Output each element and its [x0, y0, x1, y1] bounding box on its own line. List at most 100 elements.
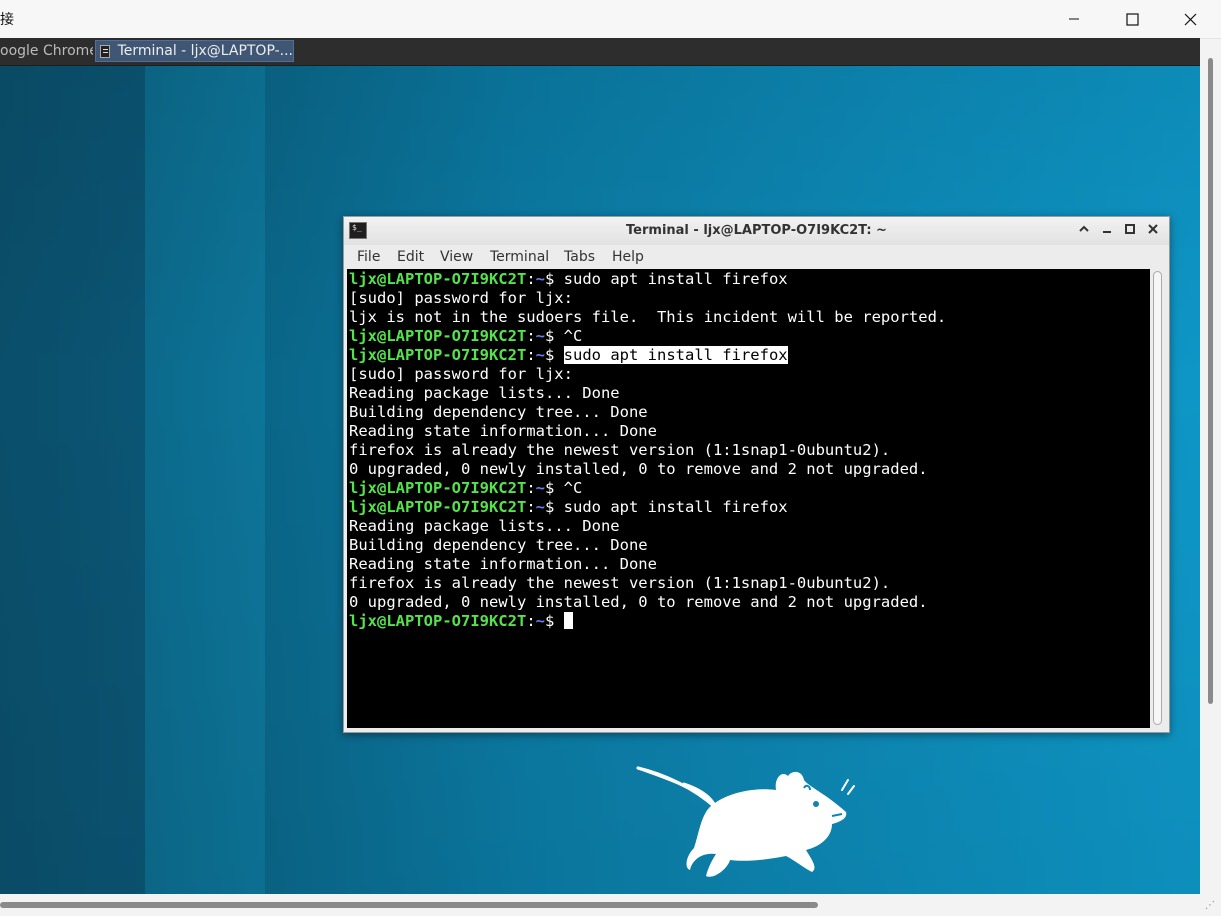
prompt-colon: : [526, 612, 536, 630]
host-titlebar: 接 [0, 0, 1221, 39]
terminal-close-button[interactable] [1144, 222, 1162, 240]
prompt-path: ~ [535, 327, 545, 345]
menu-terminal[interactable]: Terminal [490, 249, 549, 265]
terminal-titlebar[interactable]: Terminal - ljx@LAPTOP-O7I9KC2T: ~ [344, 217, 1169, 245]
menu-file[interactable]: File [357, 249, 380, 265]
maximize-icon [1125, 12, 1139, 26]
terminal-scrollbar[interactable] [1150, 269, 1165, 728]
prompt-path: ~ [535, 612, 545, 630]
terminal-output-area[interactable]: ljx@LAPTOP-O7I9KC2T:~$ sudo apt install … [347, 269, 1150, 728]
terminal-output-line: Reading state information... Done [349, 422, 946, 441]
terminal-maximize-button[interactable] [1121, 222, 1139, 240]
terminal-window[interactable]: Terminal - ljx@LAPTOP-O7I9KC2T: ~ File E… [343, 216, 1170, 733]
menu-edit[interactable]: Edit [397, 249, 424, 265]
prompt-symbol: $ [545, 327, 564, 345]
taskbar-panel: oogle Chrome Terminal - ljx@LAPTOP-... [0, 38, 1200, 66]
output-text: [sudo] password for ljx: [349, 289, 573, 307]
terminal-prompt-line: ljx@LAPTOP-O7I9KC2T:~$ sudo apt install … [349, 498, 946, 517]
terminal-window-title: Terminal - ljx@LAPTOP-O7I9KC2T: ~ [626, 223, 887, 238]
chevron-up-icon [1078, 223, 1090, 239]
taskbar-item-chrome[interactable]: oogle Chrome [0, 40, 93, 62]
prompt-user-host: ljx@LAPTOP-O7I9KC2T [349, 327, 527, 345]
terminal-output-line: Reading state information... Done [349, 555, 946, 574]
prompt-colon: : [526, 346, 536, 364]
taskbar-item-label: Terminal - ljx@LAPTOP-... [117, 43, 293, 59]
output-text: Building dependency tree... Done [349, 403, 648, 421]
xfce-mouse-logo-icon [636, 766, 855, 877]
output-text: Reading package lists... Done [349, 517, 620, 535]
terminal-output-line: firefox is already the newest version (1… [349, 574, 946, 593]
prompt-colon: : [526, 479, 536, 497]
minimize-icon [1101, 223, 1113, 239]
terminal-scrollbar-thumb[interactable] [1153, 271, 1162, 725]
output-text: 0 upgraded, 0 newly installed, 0 to remo… [349, 460, 928, 478]
prompt-user-host: ljx@LAPTOP-O7I9KC2T [349, 612, 527, 630]
selected-command-text: sudo apt install firefox [563, 346, 788, 364]
terminal-output-line: firefox is already the newest version (1… [349, 441, 946, 460]
terminal-prompt-line: ljx@LAPTOP-O7I9KC2T:~$ ^C [349, 479, 946, 498]
command-text: sudo apt install firefox [563, 498, 788, 516]
prompt-symbol: $ [545, 346, 564, 364]
terminal-prompt-line: ljx@LAPTOP-O7I9KC2T:~$ [349, 612, 946, 631]
menu-view[interactable]: View [440, 249, 473, 265]
prompt-symbol: $ [545, 612, 564, 630]
host-vertical-scrollbar[interactable] [1208, 58, 1213, 704]
host-minimize-button[interactable] [1045, 0, 1103, 38]
terminal-output-line: Building dependency tree... Done [349, 536, 946, 555]
prompt-user-host: ljx@LAPTOP-O7I9KC2T [349, 270, 527, 288]
prompt-colon: : [526, 327, 536, 345]
terminal-prompt-line: ljx@LAPTOP-O7I9KC2T:~$ ^C [349, 327, 946, 346]
terminal-output-line: Building dependency tree... Done [349, 403, 946, 422]
terminal-output-line: ljx is not in the sudoers file. This inc… [349, 308, 946, 327]
prompt-user-host: ljx@LAPTOP-O7I9KC2T [349, 498, 527, 516]
terminal-minimize-button[interactable] [1098, 222, 1116, 240]
prompt-symbol: $ [545, 270, 564, 288]
prompt-user-host: ljx@LAPTOP-O7I9KC2T [349, 479, 527, 497]
command-text: ^C [563, 479, 583, 497]
prompt-symbol: $ [545, 498, 564, 516]
prompt-path: ~ [535, 270, 545, 288]
host-horizontal-scrollbar[interactable] [0, 902, 818, 908]
prompt-path: ~ [535, 479, 545, 497]
maximize-icon [1124, 223, 1136, 239]
terminal-output-line: [sudo] password for ljx: [349, 365, 946, 384]
terminal-output-line: [sudo] password for ljx: [349, 289, 946, 308]
resize-grip-icon[interactable]: ⋰ [1205, 900, 1219, 914]
terminal-icon [100, 44, 110, 58]
prompt-path: ~ [535, 346, 545, 364]
text-cursor [563, 612, 573, 629]
minimize-icon [1068, 13, 1080, 25]
terminal-prompt-line: ljx@LAPTOP-O7I9KC2T:~$ sudo apt install … [349, 346, 946, 365]
output-text: [sudo] password for ljx: [349, 365, 573, 383]
output-text: Building dependency tree... Done [349, 536, 648, 554]
menu-tabs[interactable]: Tabs [564, 249, 595, 265]
output-text: firefox is already the newest version (1… [349, 574, 891, 592]
prompt-colon: : [526, 498, 536, 516]
terminal-output-line: 0 upgraded, 0 newly installed, 0 to remo… [349, 460, 946, 479]
command-text: ^C [563, 327, 583, 345]
output-text: firefox is already the newest version (1… [349, 441, 891, 459]
terminal-output-line: Reading package lists... Done [349, 517, 946, 536]
output-text: Reading state information... Done [349, 555, 657, 573]
output-text: ljx is not in the sudoers file. This inc… [349, 308, 947, 326]
terminal-menubar: File Edit View Terminal Tabs Help [344, 245, 1169, 269]
prompt-colon: : [526, 270, 536, 288]
terminal-output-line: Reading package lists... Done [349, 384, 946, 403]
shade-button[interactable] [1075, 222, 1093, 240]
output-text: Reading package lists... Done [349, 384, 620, 402]
terminal-output-line: 0 upgraded, 0 newly installed, 0 to remo… [349, 593, 946, 612]
host-maximize-button[interactable] [1103, 0, 1161, 38]
command-text: sudo apt install firefox [563, 270, 788, 288]
prompt-user-host: ljx@LAPTOP-O7I9KC2T [349, 346, 527, 364]
close-icon [1147, 223, 1159, 239]
terminal-prompt-line: ljx@LAPTOP-O7I9KC2T:~$ sudo apt install … [349, 270, 946, 289]
prompt-symbol: $ [545, 479, 564, 497]
menu-help[interactable]: Help [612, 249, 644, 265]
taskbar-item-terminal[interactable]: Terminal - ljx@LAPTOP-... [95, 40, 294, 62]
host-window-title: 接 [0, 12, 14, 28]
taskbar-item-label: oogle Chrome [0, 43, 93, 59]
output-text: Reading state information... Done [349, 422, 657, 440]
close-icon [1184, 13, 1197, 26]
terminal-lines: ljx@LAPTOP-O7I9KC2T:~$ sudo apt install … [349, 270, 946, 631]
host-close-button[interactable] [1161, 0, 1219, 38]
